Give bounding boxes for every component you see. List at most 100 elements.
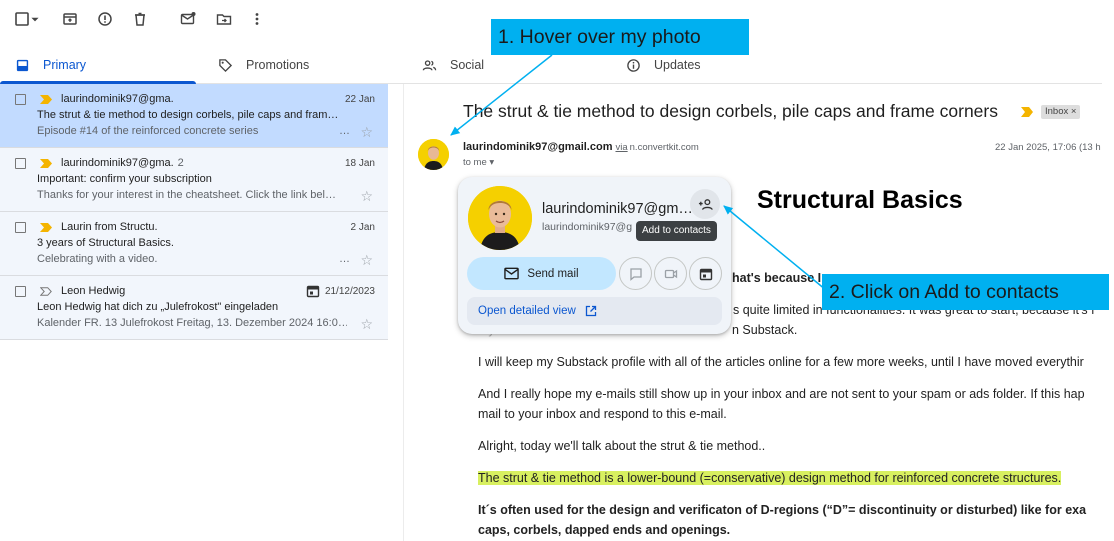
move-to-icon[interactable] — [215, 10, 233, 28]
row-checkbox[interactable] — [15, 158, 26, 169]
instruction-callout-step2: 2. Click on Add to contacts — [822, 274, 1109, 310]
calendar-icon — [306, 285, 320, 298]
from-line: laurindominik97@gmail.com via n.convertkit… — [463, 141, 699, 153]
body-text-line: I will keep my Substack profile with all… — [478, 355, 1084, 369]
add-to-contacts-button[interactable] — [690, 189, 720, 219]
body-text-line: caps, corbels, dapped ends and openings. — [478, 523, 731, 537]
important-marker-icon[interactable] — [40, 95, 52, 104]
row-date: 22 Jan — [344, 94, 375, 105]
tab-social[interactable]: Social — [422, 46, 484, 84]
sender-email[interactable]: laurindominik97@gmail.com — [463, 141, 612, 153]
add-to-contacts-tooltip: Add to contacts — [636, 221, 717, 241]
row-sender: Leon Hedwig — [61, 285, 126, 297]
delete-icon[interactable] — [131, 10, 149, 28]
newsletter-heading: Structural Basics — [757, 186, 963, 214]
person-photo-icon — [418, 139, 449, 170]
important-marker-icon[interactable] — [40, 159, 52, 168]
via-domain: n.convertkit.com — [629, 142, 699, 153]
more-icon[interactable]: … — [339, 253, 350, 265]
sender-avatar[interactable] — [418, 139, 449, 170]
row-snippet: Episode #14 of the reinforced concrete s… — [37, 125, 259, 137]
chevron-down-icon[interactable] — [29, 10, 41, 28]
important-marker-icon[interactable] — [40, 223, 52, 232]
send-mail-button[interactable]: Send mail — [467, 257, 616, 290]
open-in-new-icon — [585, 305, 596, 317]
message-row[interactable]: Leon Hedwig 21/12/2023 Leon Hedwig hat d… — [0, 276, 388, 340]
send-mail-label: Send mail — [527, 267, 579, 280]
row-date: 21/12/2023 — [324, 286, 375, 297]
inbox-label-chip[interactable]: Inbox × — [1041, 105, 1081, 119]
instruction-callout-step1: 1. Hover over my photo — [491, 19, 749, 55]
tab-promotions[interactable]: Promotions — [218, 46, 309, 84]
schedule-event-button[interactable] — [689, 257, 722, 290]
body-text-line: Alright, today we'll talk about the stru… — [478, 439, 766, 453]
contact-name: laurindominik97@gm… — [542, 201, 693, 217]
tab-primary-label: Primary — [43, 58, 87, 72]
tab-primary[interactable]: Primary — [15, 46, 86, 84]
gmail-window: Primary Promotions Social Updates laurin… — [0, 0, 1114, 541]
inbox-icon — [16, 59, 29, 71]
row-snippet: Thanks for your interest in the cheatshe… — [37, 189, 336, 201]
row-sender: laurindominik97@gma. 2 — [61, 157, 184, 169]
message-row[interactable]: laurindominik97@gma. 2 18 Jan Important: … — [0, 148, 388, 212]
body-text-line: The strut & tie method is a lower-bound … — [478, 471, 1062, 485]
row-sender: laurindominik97@gma. — [61, 93, 174, 105]
email-subject: The strut & tie method to design corbels… — [463, 101, 998, 121]
recipient-dropdown[interactable]: to me ▾ — [463, 157, 494, 168]
important-marker-icon[interactable] — [1021, 107, 1033, 117]
mark-unread-icon[interactable] — [179, 10, 197, 28]
not-important-marker-icon[interactable] — [40, 287, 52, 296]
contact-hover-card: laurindominik97@gm… laurindominik97@g Ad… — [458, 177, 731, 334]
toolbar — [0, 0, 400, 40]
people-icon — [422, 59, 437, 70]
contact-avatar — [468, 186, 532, 250]
row-checkbox[interactable] — [15, 222, 26, 233]
mail-icon — [504, 267, 520, 280]
tab-updates-label: Updates — [654, 58, 701, 72]
body-text-line: It´s often used for the design and verif… — [478, 503, 1087, 517]
person-add-icon — [698, 198, 713, 210]
tab-promotions-label: Promotions — [246, 58, 310, 72]
person-photo-icon — [468, 186, 532, 250]
message-row[interactable]: Laurin from Structu. 2 Jan 3 years of St… — [0, 212, 388, 276]
row-snippet: Celebrating with a video. — [37, 253, 158, 265]
star-icon[interactable]: ☆ — [360, 317, 373, 331]
report-spam-icon[interactable] — [96, 10, 114, 28]
star-icon[interactable]: ☆ — [360, 253, 373, 267]
thread-count: 2 — [177, 157, 184, 169]
chat-icon — [629, 267, 642, 281]
body-text-line: mail to your inbox and respond to this e… — [478, 407, 727, 421]
body-text-line: hat's because I — [732, 271, 822, 285]
row-subject: 3 years of Structural Basics. — [37, 237, 174, 249]
chat-button[interactable] — [619, 257, 652, 290]
row-date: 18 Jan — [344, 158, 375, 169]
open-detailed-view-link[interactable]: Open detailed view — [467, 297, 722, 325]
info-icon — [627, 58, 640, 72]
row-subject: Leon Hedwig hat dich zu „Julefrokost" ei… — [37, 301, 279, 313]
open-detailed-view-label: Open detailed view — [478, 305, 576, 317]
row-subject: Important: confirm your subscription — [37, 173, 212, 185]
tab-social-label: Social — [450, 58, 485, 72]
row-date: 2 Jan — [350, 222, 375, 233]
tag-icon — [219, 58, 233, 72]
message-list: laurindominik97@gma. 22 Jan The strut & … — [0, 84, 388, 340]
row-checkbox[interactable] — [15, 286, 26, 297]
star-icon[interactable]: ☆ — [360, 125, 373, 139]
video-call-button[interactable] — [654, 257, 687, 290]
highlighted-text: The strut & tie method is a lower-bound … — [478, 471, 1062, 485]
pane-divider — [403, 84, 404, 541]
star-icon[interactable]: ☆ — [360, 189, 373, 203]
more-vert-icon[interactable] — [248, 10, 266, 28]
row-checkbox[interactable] — [15, 94, 26, 105]
row-sender: Laurin from Structu. — [61, 221, 158, 233]
body-text-line: n Substack. — [732, 323, 798, 337]
archive-icon[interactable] — [61, 10, 79, 28]
contact-email: laurindominik97@g — [542, 221, 633, 233]
more-icon[interactable]: … — [339, 125, 350, 137]
calendar-icon — [699, 268, 712, 280]
email-date: 22 Jan 2025, 17:06 (13 h — [995, 142, 1101, 153]
row-snippet: Kalender FR. 13 Julefrokost Freitag, 13.… — [37, 317, 347, 329]
via-link[interactable]: via — [615, 142, 627, 153]
video-camera-icon — [664, 269, 677, 278]
message-row[interactable]: laurindominik97@gma. 22 Jan The strut & … — [0, 84, 388, 148]
